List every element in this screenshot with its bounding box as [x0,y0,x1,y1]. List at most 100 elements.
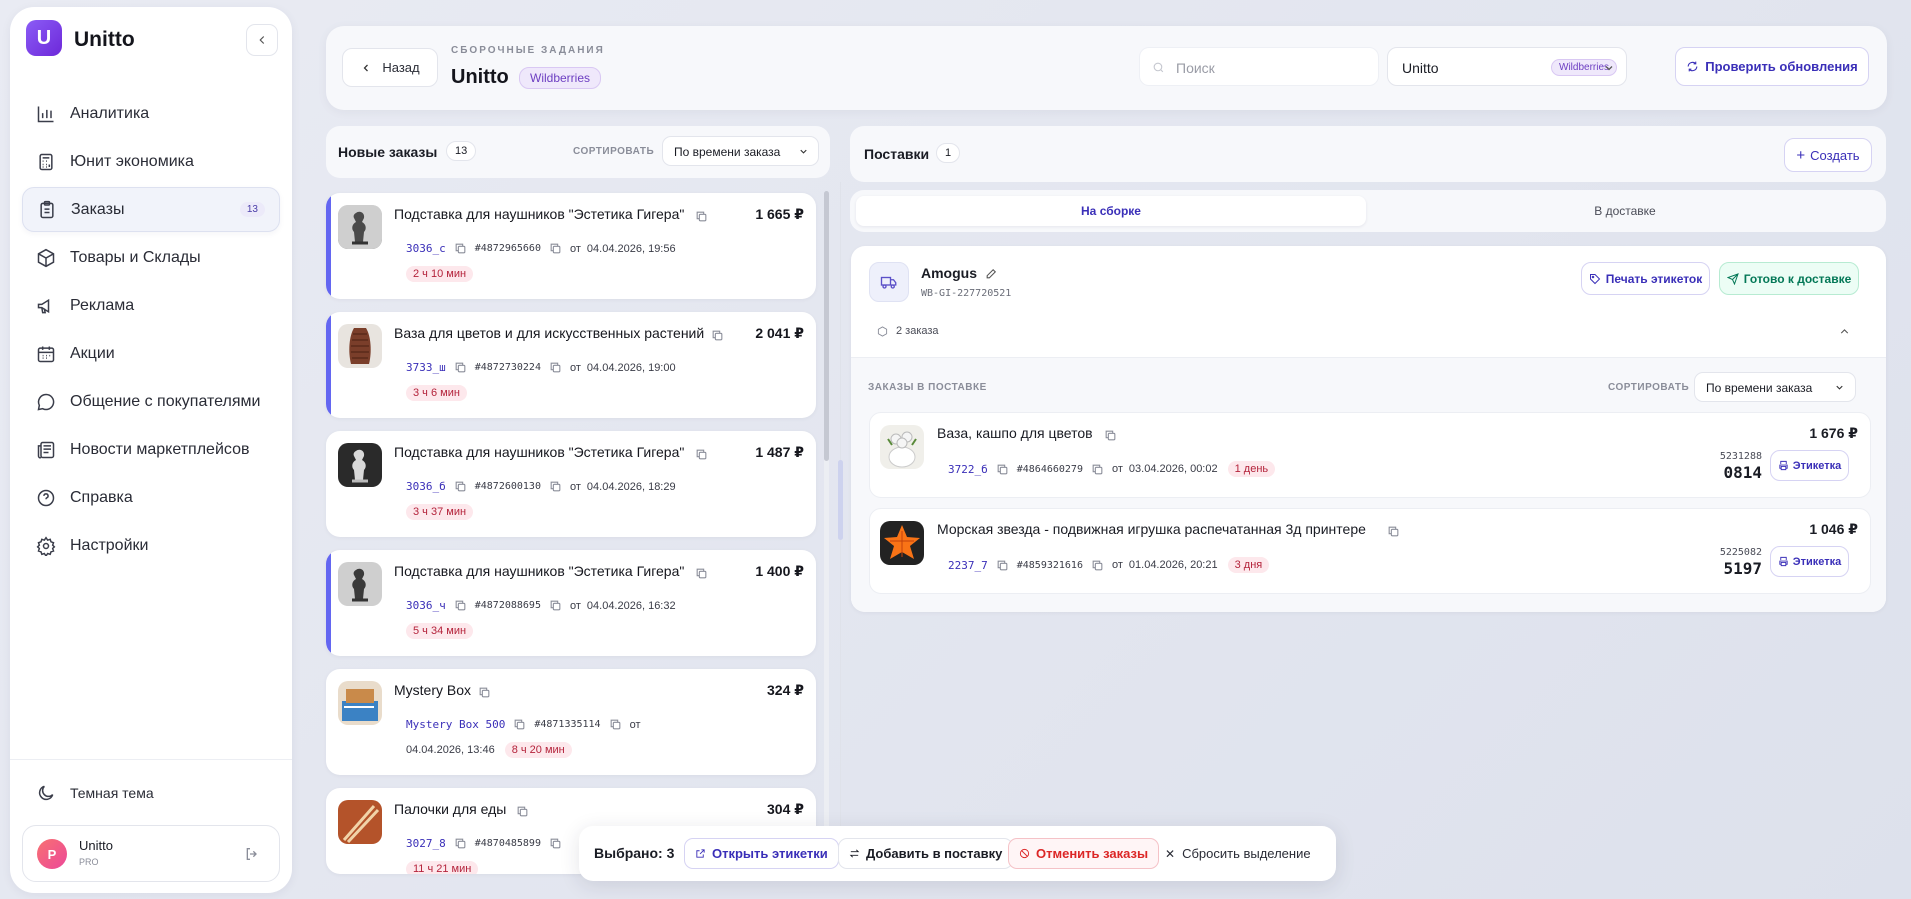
order-card[interactable]: Ваза для цветов и для искусственных раст… [326,312,816,418]
sidebar-item-products[interactable]: Товары и Склады [22,235,280,280]
supply-order-row[interactable]: Морская звезда - подвижная игрушка распе… [869,508,1871,594]
copy-icon[interactable] [695,448,708,461]
order-meta: Mystery Box 500 #4871335114 от [406,718,641,731]
copy-icon[interactable] [549,242,562,255]
search-input[interactable]: Поиск [1139,47,1379,86]
copy-icon[interactable] [1387,525,1400,538]
copy-icon[interactable] [454,242,467,255]
supply-order-row[interactable]: Ваза, кашпо для цветов 1 676 ₽ 3722_б #4… [869,412,1871,498]
collapse-sidebar-button[interactable] [246,24,278,56]
back-button[interactable]: Назад [342,48,438,87]
search-placeholder: Поиск [1176,60,1215,76]
copy-icon[interactable] [454,361,467,374]
truck-icon-box [869,262,909,302]
copy-icon[interactable] [996,559,1009,572]
copy-icon[interactable] [1091,463,1104,476]
sidebar-item-help[interactable]: Справка [22,475,280,520]
sidebar-item-ads[interactable]: Реклама [22,283,280,328]
label-button[interactable]: Этикетка [1770,546,1849,577]
tab-label: В доставке [1594,204,1656,218]
sort-select[interactable]: По времени заказа [662,136,819,166]
supply-order-price: 1 046 ₽ [1809,521,1858,537]
orders-scrollbar-track[interactable] [824,191,829,869]
tab-label: На сборке [1081,204,1141,218]
printer-icon [1779,460,1788,471]
ready-to-ship-button[interactable]: Готово к доставке [1719,262,1859,295]
copy-icon[interactable] [516,805,529,818]
copy-icon[interactable] [454,480,467,493]
copy-icon[interactable] [996,463,1009,476]
add-to-supply-button[interactable]: Добавить в поставку [838,838,1014,869]
box-icon [37,248,55,267]
user-card[interactable]: P Unitto PRO [22,825,280,882]
copy-icon[interactable] [609,718,622,731]
sidebar-item-news[interactable]: Новости маркетплейсов [22,427,280,472]
label-button[interactable]: Этикетка [1770,450,1849,481]
reset-selection-button[interactable]: ✕ Сбросить выделение [1155,838,1321,869]
orders-scrollbar-thumb[interactable] [824,191,829,461]
copy-icon[interactable] [695,210,708,223]
sidebar-item-label: Справка [70,488,133,506]
sidebar-item-analytics[interactable]: Аналитика [22,91,280,136]
order-from: от [1111,559,1123,571]
create-supply-button[interactable]: + Создать [1784,138,1872,172]
order-title: Подставка для наушников "Эстетика Гигера… [394,563,685,579]
copy-icon[interactable] [549,837,562,850]
store-select[interactable]: Unitto Wildberries [1387,47,1627,86]
ready-to-ship-label: Готово к доставке [1743,271,1852,286]
open-labels-button[interactable]: Открыть этикетки [684,838,839,869]
order-card[interactable]: Подставка для наушников "Эстетика Гигера… [326,431,816,537]
add-to-supply-label: Добавить в поставку [866,846,1003,861]
copy-icon[interactable] [454,599,467,612]
supply-sort-select[interactable]: По времени заказа [1694,372,1856,402]
order-sku: Mystery Box 500 [406,718,506,731]
copy-icon[interactable] [454,837,467,850]
logout-icon[interactable] [244,846,260,862]
dark-theme-toggle[interactable]: Темная тема [22,770,280,815]
cancel-orders-button[interactable]: Отменить заказы [1008,838,1160,869]
print-labels-button[interactable]: Печать этикеток [1581,262,1710,295]
copy-icon[interactable] [549,361,562,374]
copy-icon[interactable] [695,567,708,580]
supplies-title: Поставки [864,146,930,162]
sidebar-item-label: Новости маркетплейсов [70,440,250,458]
sidebar-item-label: Акции [70,344,115,362]
product-thumbnail [338,562,382,606]
tab-assembling[interactable]: На сборке [856,196,1366,226]
order-card[interactable]: Подставка для наушников "Эстетика Гигера… [326,550,816,656]
order-card[interactable]: Подставка для наушников "Эстетика Гигера… [326,193,816,299]
sidebar-item-promotions[interactable]: Акции [22,331,280,376]
order-meta: 3036_б #4872600130 от 04.04.2026, 18:29 [406,480,676,493]
order-sku: 3036_с [406,242,446,255]
sidebar-item-label: Реклама [70,296,135,314]
sidebar-item-chats[interactable]: Общение с покупателями [22,379,280,424]
reset-selection-label: Сбросить выделение [1182,846,1311,861]
store-select-value: Unitto [1402,60,1439,76]
copy-icon[interactable] [513,718,526,731]
chevron-up-icon[interactable] [1838,325,1851,338]
copy-icon[interactable] [1091,559,1104,572]
supply-name: Amogus [921,265,977,281]
sticker-top: 5225082 [1719,547,1762,558]
moon-icon [38,785,54,800]
order-card[interactable]: Mystery Box 324 ₽ Mystery Box 500 #48713… [326,669,816,775]
copy-icon[interactable] [549,480,562,493]
resize-handle[interactable] [838,460,843,540]
sidebar-item-settings[interactable]: Настройки [22,523,280,568]
order-date: 03.04.2026, 00:02 [1128,463,1218,475]
order-number: #4871335114 [534,719,601,730]
tab-in-delivery[interactable]: В доставке [1370,196,1880,226]
sidebar-item-orders[interactable]: Заказы 13 [22,187,280,232]
copy-icon[interactable] [711,329,724,342]
copy-icon[interactable] [478,686,491,699]
sidebar-item-unit-economics[interactable]: Юнит экономика [22,139,280,184]
new-orders-count: 13 [446,141,477,161]
theme-label: Темная тема [70,784,154,801]
gear-icon [36,535,56,556]
edit-icon[interactable] [985,267,998,280]
copy-icon[interactable] [549,599,562,612]
chevron-down-icon [1836,385,1843,390]
check-updates-button[interactable]: Проверить обновления [1675,47,1869,86]
copy-icon[interactable] [1104,429,1117,442]
sidebar-item-label: Юнит экономика [70,152,194,170]
